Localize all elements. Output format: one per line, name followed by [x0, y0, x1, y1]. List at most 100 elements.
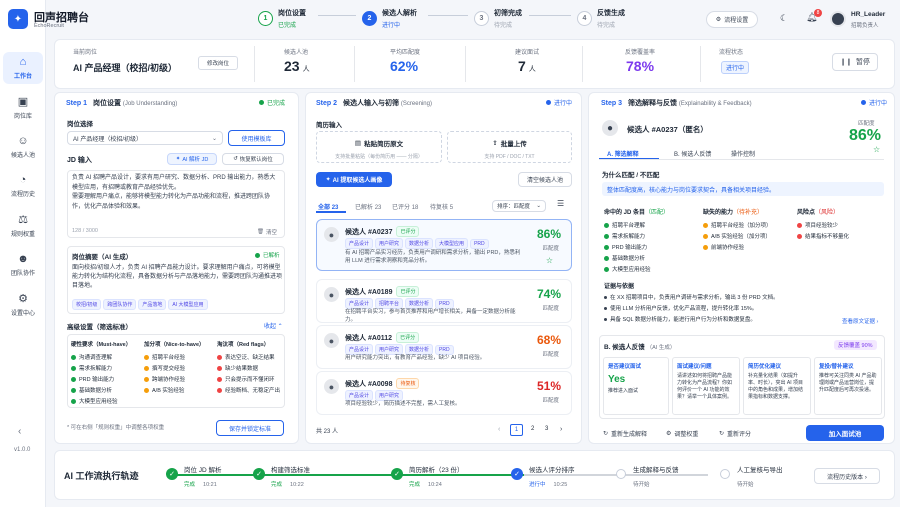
sidebar-item-label: 岗位库	[13, 114, 32, 120]
red-flag-item: 缺少结果数据	[217, 364, 280, 372]
flow-settings-button[interactable]: ⚙ 流程设置	[706, 11, 758, 28]
sort-select[interactable]: 排序：匹配度 ⌄	[492, 200, 546, 212]
summary-divider	[354, 46, 355, 82]
pagination-page-3[interactable]: 3	[545, 426, 548, 432]
candidate-card[interactable]: ● 候选人 #A0112 已评分 产品设计 用户研究 数据分析 PRD 用户研究能力突…	[316, 325, 572, 369]
step-3-circle: 3	[474, 11, 489, 26]
candidate-tag: 用户研究	[375, 344, 404, 355]
upload-icon: ⇪	[492, 140, 498, 147]
stepper-step-2[interactable]: 2 候选人解析 进行中	[362, 8, 417, 29]
candidate-tag: 产品设计	[345, 344, 374, 355]
star-icon[interactable]: ☆	[873, 145, 880, 154]
position-select-value: AI 产品经理（校招/初级）	[73, 136, 143, 143]
template-library-button[interactable]: 使用模板库	[228, 130, 285, 146]
ai-parse-jd-button[interactable]: ✦ AI 解析 JD	[167, 153, 217, 165]
collapse-advanced-button[interactable]: 收起 ⌃	[264, 321, 283, 330]
timeline-node	[616, 469, 626, 479]
candidate-card[interactable]: ● 候选人 #A0189 已评分 产品设计 招聘平台 数据分析 PRD 在招聘平台实习…	[316, 279, 572, 323]
fb2-text: 请讲述如何将招聘产品能力转化为产品流程？你如何评价一个 AI 功能的效果？请举一…	[677, 373, 733, 400]
suggest-stat: 7人	[518, 58, 536, 74]
timeline-status-text: 待开始	[633, 482, 650, 488]
upload-zone[interactable]: ⇪ 批量上传 支持 PDF / DOC / TXT	[447, 131, 572, 163]
stepper-step-1[interactable]: 1 岗位设置 已完成	[258, 8, 306, 29]
adjust-weights-button[interactable]: ⚙ 调整权重	[666, 429, 698, 438]
candidate-head: 候选人 #A0189 已评分	[345, 286, 421, 297]
step2-number: Step 2	[316, 100, 338, 107]
tab-explanation[interactable]: A. 筛选解释	[607, 149, 639, 158]
candidate-tag: 数据分析	[405, 298, 434, 309]
position-select-label: 岗位选择	[67, 121, 93, 128]
nice-to-have-item: A/B 实验经验	[144, 386, 205, 394]
feedback-coverage-badge: 反馈覆盖 90%	[834, 340, 877, 350]
timeline-status: 待开始	[633, 480, 650, 488]
filter-tab-scored[interactable]: 已评分 18	[392, 202, 418, 211]
fb1-text: 推荐进入面试	[608, 388, 639, 394]
add-to-interview-button[interactable]: 加入面试池	[806, 425, 884, 441]
rescore-label: 重新评分	[727, 432, 752, 438]
step2-title: 候选人输入与初筛	[342, 100, 399, 107]
star-icon[interactable]: ☆	[546, 256, 553, 265]
feedback-label: B. 候选人反馈 （AI 生成）	[604, 341, 675, 351]
suggest-label: 建议面试	[515, 50, 540, 56]
clear-pool-button[interactable]: 清空候选人池	[518, 172, 572, 187]
step-2-status: 进行中	[382, 23, 401, 29]
collapse-sidebar-icon[interactable]: ‹	[18, 426, 21, 437]
step2-status: 进行中	[546, 98, 572, 107]
summary-divider	[582, 46, 583, 82]
regenerate-button[interactable]: ↻ 重新生成解释	[603, 429, 647, 438]
candidate-card[interactable]: ● 候选人 #A0098 待复核 产品设计 用户研究 项目经验较少，简历描述不完整…	[316, 371, 572, 415]
sidebar-item-settings[interactable]: ⚙ 设置中心	[0, 292, 46, 317]
candidate-desc: 项目经验较少，简历描述不完整，需人工复核。	[345, 401, 461, 407]
advanced-settings-label: 高级设置（筛选标准）	[67, 324, 132, 331]
extract-profile-button[interactable]: ✦ AI 提取候选人画像	[316, 172, 392, 187]
sidebar-item-rules[interactable]: ⚖ 规则权重	[0, 213, 46, 238]
stepper-step-4[interactable]: 4 反馈生成 待完成	[577, 8, 625, 29]
clear-jd-button[interactable]: 🗑︎ 清空	[257, 228, 277, 236]
sidebar-item-team[interactable]: ☻ 团队协作	[0, 253, 46, 277]
pagination-prev[interactable]: ‹	[498, 426, 500, 433]
candidate-desc: 在招聘平台实习，参与首页推荐和用户增长相关，具备一定数据分析能力。	[345, 309, 516, 323]
timeline-status: 完成 10:21	[184, 480, 217, 488]
save-lock-button[interactable]: 保存并锁定标准	[216, 420, 284, 436]
hit-sub: （匹配）	[645, 210, 670, 216]
restore-default-button[interactable]: ↺ 恢复默认岗位	[222, 153, 284, 165]
timeline-status-text: 进行中	[529, 482, 546, 488]
refresh-icon: ↻	[603, 431, 609, 437]
sidebar-item-candidates[interactable]: ☺ 候选人池	[0, 135, 46, 159]
candidate-card[interactable]: ● 候选人 #A0237 已评分 产品设计 用户研究 数据分析 大模型应用 PRD 有 …	[316, 219, 572, 271]
sidebar-item-workbench[interactable]: ⌂ 工作台	[0, 56, 46, 80]
tab-feedback[interactable]: B. 候选人反馈	[674, 149, 711, 158]
sidebar-item-jobs[interactable]: ▣ 岗位库	[0, 95, 46, 120]
fb4-text: 推荐可关注同类 AI 产品助理岗或产品运营岗位，提升匹配度后可再次投递。	[819, 373, 877, 393]
view-evidence-link[interactable]: 查看原文证据 ›	[842, 317, 878, 325]
coverage-value: 78%	[626, 58, 655, 74]
paste-resume-zone[interactable]: ▤ 粘贴简历原文 支持批量粘贴（每份简历用 —— 分隔）	[316, 131, 442, 163]
list-view-icon[interactable]: ☰	[557, 199, 564, 208]
step-3-title: 初筛完成	[494, 10, 522, 17]
pause-button[interactable]: ❙❙ 暂停	[832, 53, 878, 71]
filter-tab-review[interactable]: 待复核 5	[430, 202, 453, 211]
history-versions-button[interactable]: 流程历史版本 ›	[814, 468, 880, 484]
pagination-page-2[interactable]: 2	[531, 426, 534, 432]
sidebar-item-history[interactable]: ◔ 流程历史	[0, 174, 46, 198]
pagination-next[interactable]: ›	[560, 426, 562, 433]
filter-tab-all[interactable]: 全部 23	[318, 202, 338, 211]
red-flag-item: 表达空泛、缺乏结果	[217, 353, 280, 361]
nice-to-have-item: 跨端协作经验	[144, 375, 205, 383]
rescore-button[interactable]: ↻ 重新评分	[719, 429, 751, 438]
candidate-tag: 产品设计	[345, 390, 374, 401]
edit-position-button[interactable]: 修改岗位	[198, 56, 238, 70]
step1-status-text: 已完成	[267, 101, 286, 107]
avatar[interactable]	[830, 11, 846, 27]
fb1-title: 是否建议面试	[608, 364, 642, 370]
candidate-tag: 招聘平台	[375, 298, 404, 309]
candidate-tags: 产品设计 招聘平台 数据分析 PRD	[345, 298, 456, 309]
pagination-page-1[interactable]: 1	[510, 424, 523, 436]
filter-tab-parsed[interactable]: 已解析 23	[355, 202, 381, 211]
timeline-label: 简历解析（23 份）	[409, 467, 464, 474]
position-select[interactable]: AI 产品经理（校招/初级） ⌄	[67, 131, 223, 145]
tab-controls[interactable]: 操作控制	[731, 149, 755, 158]
candidate-tag: 用户研究	[375, 390, 404, 401]
stepper-step-3[interactable]: 3 初筛完成 待完成	[474, 8, 522, 29]
theme-toggle-icon[interactable]: ☾	[780, 13, 788, 24]
